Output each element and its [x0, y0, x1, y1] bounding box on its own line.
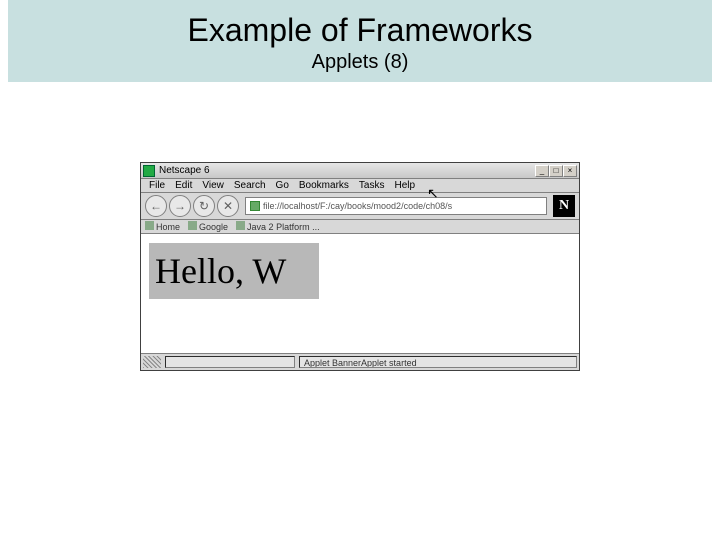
menu-bookmarks[interactable]: Bookmarks [295, 180, 353, 191]
bookmark-icon [236, 221, 245, 230]
menubar: File Edit View Search Go Bookmarks Tasks… [141, 179, 579, 193]
url-text: file://localhost/F:/cay/books/mood2/code… [263, 201, 452, 211]
maximize-button[interactable]: □ [549, 165, 563, 177]
bookmark-google[interactable]: Google [188, 221, 228, 232]
titlebar: Netscape 6 _ □ × [141, 163, 579, 179]
content-area[interactable]: Hello, W [141, 234, 579, 354]
bookmark-home[interactable]: Home [145, 221, 180, 232]
page-icon [250, 201, 260, 211]
nav-toolbar: ← → ↻ ✕ file://localhost/F:/cay/books/mo… [141, 193, 579, 220]
stop-icon: ✕ [223, 199, 233, 213]
status-text: Applet BannerApplet started [299, 356, 577, 368]
home-icon [145, 221, 154, 230]
menu-file[interactable]: File [145, 180, 169, 191]
menu-go[interactable]: Go [272, 180, 293, 191]
arrow-right-icon: → [174, 199, 186, 213]
menu-view[interactable]: View [198, 180, 228, 191]
reload-button[interactable]: ↻ [193, 195, 215, 217]
menu-search[interactable]: Search [230, 180, 270, 191]
url-field[interactable]: file://localhost/F:/cay/books/mood2/code… [245, 197, 547, 215]
slide-subtitle: Applets (8) [8, 51, 712, 74]
statusbar: Applet BannerApplet started [141, 354, 579, 370]
applet-canvas: Hello, W [149, 243, 319, 299]
menu-edit[interactable]: Edit [171, 180, 196, 191]
browser-window: Netscape 6 _ □ × File Edit View Search G… [140, 162, 580, 371]
window-title: Netscape 6 [159, 165, 535, 176]
status-well [165, 356, 295, 368]
slide-title: Example of Frameworks [8, 12, 712, 49]
back-button[interactable]: ← [145, 195, 167, 217]
applet-text: Hello, W [155, 250, 286, 292]
reload-icon: ↻ [199, 199, 209, 213]
bookmark-home-label: Home [156, 222, 180, 232]
bookmark-google-label: Google [199, 222, 228, 232]
close-button[interactable]: × [563, 165, 577, 177]
netscape-logo: N [553, 195, 575, 217]
bookmark-icon [188, 221, 197, 230]
menu-tasks[interactable]: Tasks [355, 180, 389, 191]
netscape-icon [143, 165, 155, 177]
bookmarks-bar: Home Google Java 2 Platform ... [141, 220, 579, 234]
bookmark-java-label: Java 2 Platform ... [247, 222, 320, 232]
menu-help[interactable]: Help [390, 180, 419, 191]
stop-button[interactable]: ✕ [217, 195, 239, 217]
slide-header: Example of Frameworks Applets (8) [8, 0, 712, 82]
arrow-left-icon: ← [150, 199, 162, 213]
bookmark-java[interactable]: Java 2 Platform ... [236, 221, 320, 232]
minimize-button[interactable]: _ [535, 165, 549, 177]
grip-icon [143, 356, 161, 368]
forward-button[interactable]: → [169, 195, 191, 217]
